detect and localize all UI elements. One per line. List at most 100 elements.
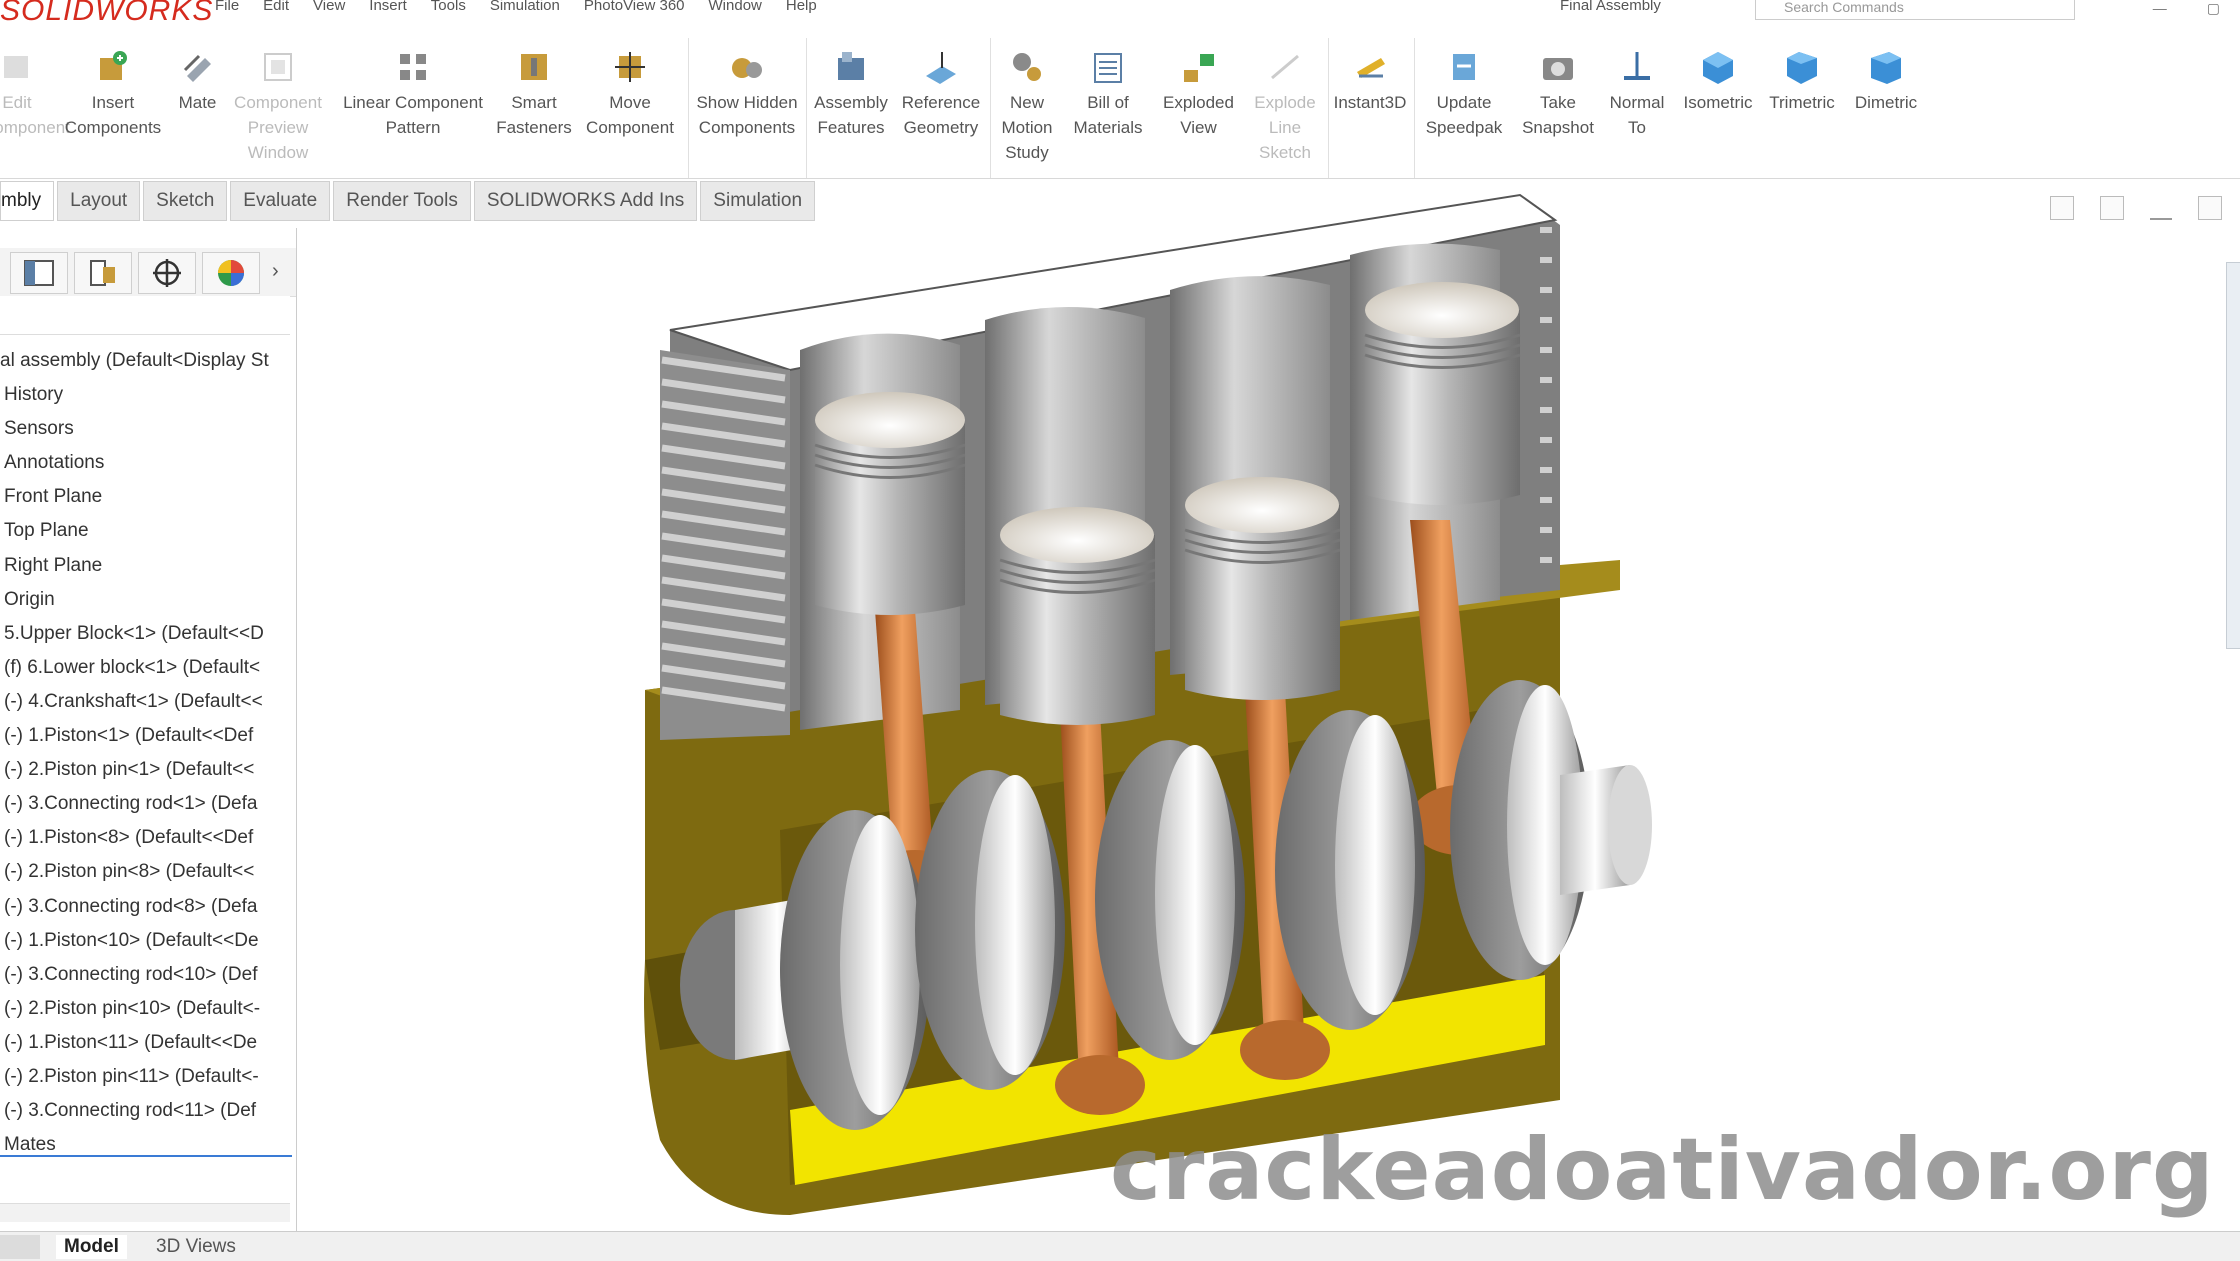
isometric-button[interactable]: Isometric (1680, 48, 1756, 115)
component-preview-button[interactable]: Component Preview Window (228, 48, 328, 165)
tree-item-connecting-rod-11[interactable]: (-) 3.Connecting rod<11> (Def (0, 1094, 296, 1128)
menu-simulation[interactable]: Simulation (490, 0, 560, 16)
bill-of-materials-button[interactable]: Bill of Materials (1068, 48, 1148, 140)
menu-photoview[interactable]: PhotoView 360 (584, 0, 685, 16)
tree-root-assembly[interactable]: al assembly (Default<Display St (0, 344, 296, 378)
piston-3 (1184, 477, 1341, 700)
tree-item-upper-block[interactable]: 5.Upper Block<1> (Default<<D (0, 617, 296, 651)
move-component-button[interactable]: Move Component (580, 48, 680, 140)
display-manager-tab-icon[interactable] (202, 252, 260, 294)
take-snapshot-button[interactable]: Take Snapshot (1516, 48, 1600, 140)
ribbon-separator (1414, 38, 1415, 178)
tree-item-piston-pin-10[interactable]: (-) 2.Piston pin<10> (Default<- (0, 992, 296, 1026)
instant3d-button[interactable]: Instant3D (1330, 48, 1410, 115)
smart-fasteners-icon (521, 54, 547, 80)
tab-3d-views[interactable]: 3D Views (148, 1235, 244, 1259)
chevron-right-icon[interactable]: › (272, 260, 279, 283)
configuration-manager-tab-icon[interactable] (138, 252, 196, 294)
tree-item-origin[interactable]: Origin (0, 583, 296, 617)
reference-geometry-button[interactable]: Reference Geometry (896, 48, 986, 140)
menu-window[interactable]: Window (709, 0, 762, 16)
menu-tools[interactable]: Tools (431, 0, 466, 16)
mate-icon (183, 54, 211, 82)
menu-view[interactable]: View (313, 0, 345, 16)
new-motion-study-button[interactable]: New Motion Study (992, 48, 1062, 165)
assembly-features-icon (838, 52, 864, 80)
mate-button[interactable]: Mate (170, 48, 225, 115)
solidworks-logo[interactable]: SOLIDWORKS (0, 0, 213, 28)
isometric-cube-icon (1703, 52, 1733, 84)
property-manager-tab-icon[interactable] (74, 252, 132, 294)
explode-line-sketch-button[interactable]: Explode Line Sketch (1246, 48, 1324, 165)
tree-filter-field[interactable] (0, 296, 290, 335)
tree-item-piston-1[interactable]: (-) 1.Piston<1> (Default<<Def (0, 719, 296, 753)
tree-item-connecting-rod-1[interactable]: (-) 3.Connecting rod<1> (Defa (0, 787, 296, 821)
normal-to-icon (1624, 52, 1650, 80)
normal-to-button[interactable]: Normal To (1600, 48, 1674, 140)
explode-line-icon (1271, 54, 1299, 80)
preview-window-icon (264, 53, 292, 81)
piston-1 (814, 392, 966, 615)
tree-item-connecting-rod-8[interactable]: (-) 3.Connecting rod<8> (Defa (0, 890, 296, 924)
instant3d-icon (1357, 58, 1385, 78)
tree-item-history[interactable]: History (0, 378, 296, 412)
tree-item-piston-pin-11[interactable]: (-) 2.Piston pin<11> (Default<- (0, 1060, 296, 1094)
menu-edit[interactable]: Edit (263, 0, 289, 16)
tree-item-lower-block[interactable]: (f) 6.Lower block<1> (Default< (0, 651, 296, 685)
update-speedpak-button[interactable]: Update Speedpak (1416, 48, 1512, 140)
title-bar: SOLIDWORKS File Edit View Insert Tools S… (0, 0, 2240, 28)
tree-item-sensors[interactable]: Sensors (0, 412, 296, 446)
tree-item-piston-11[interactable]: (-) 1.Piston<11> (Default<<De (0, 1026, 296, 1060)
menu-insert[interactable]: Insert (369, 0, 407, 16)
tree-item-front-plane[interactable]: Front Plane (0, 480, 296, 514)
tree-item-annotations[interactable]: Annotations (0, 446, 296, 480)
smart-fasteners-button[interactable]: Smart Fasteners (494, 48, 574, 140)
piston-2 (999, 507, 1156, 725)
search-commands-input[interactable]: Search Commands (1755, 0, 2075, 20)
tree-item-mates[interactable]: Mates (0, 1128, 296, 1162)
dimetric-button[interactable]: Dimetric (1846, 48, 1926, 115)
insert-components-button[interactable]: Insert Components (58, 48, 168, 140)
tree-item-top-plane[interactable]: Top Plane (0, 514, 296, 548)
menu-file[interactable]: File (215, 0, 239, 16)
dimetric-cube-icon (1871, 52, 1901, 84)
exploded-view-button[interactable]: Exploded View (1156, 48, 1241, 140)
piston-4 (1364, 282, 1521, 505)
minimize-icon[interactable]: — (2153, 0, 2167, 17)
window-controls: — ▢ (2153, 0, 2220, 17)
tree-item-right-plane[interactable]: Right Plane (0, 549, 296, 583)
tab-scroll-icon[interactable] (0, 1235, 40, 1259)
window-title: Final Assembly (1560, 0, 1661, 14)
maximize-icon[interactable]: ▢ (2207, 0, 2220, 17)
show-hidden-components-button[interactable]: Show Hidden Components (688, 48, 806, 140)
watermark-text: crackeadoativador.org (1110, 1120, 2215, 1220)
menu-help[interactable]: Help (786, 0, 817, 16)
tab-sketch[interactable]: Sketch (143, 181, 228, 221)
tree-item-piston-10[interactable]: (-) 1.Piston<10> (Default<<De (0, 924, 296, 958)
trimetric-cube-icon (1787, 52, 1817, 84)
ribbon-separator (1328, 38, 1329, 178)
feature-tree: al assembly (Default<Display St History … (0, 344, 296, 1162)
menu-bar: File Edit View Insert Tools Simulation P… (215, 0, 817, 16)
feature-manager-tab-icon[interactable] (10, 252, 68, 294)
tab-layout[interactable]: Layout (57, 181, 141, 221)
tree-item-crankshaft[interactable]: (-) 4.Crankshaft<1> (Default<< (0, 685, 296, 719)
tree-item-piston-pin-1[interactable]: (-) 2.Piston pin<1> (Default<< (0, 753, 296, 787)
assembly-features-button[interactable]: Assembly Features (806, 48, 896, 140)
feature-manager-panel: › al assembly (Default<Display St Histor… (0, 228, 297, 1231)
camera-icon (1543, 58, 1573, 80)
tree-item-piston-8[interactable]: (-) 1.Piston<8> (Default<<Def (0, 821, 296, 855)
graphics-area[interactable] (300, 180, 2220, 1230)
tree-item-connecting-rod-10[interactable]: (-) 3.Connecting rod<10> (Def (0, 958, 296, 992)
horizontal-scrollbar[interactable] (0, 1203, 290, 1222)
tree-divider (0, 1155, 292, 1157)
edit-component-button[interactable]: Edit Component (0, 48, 70, 140)
reference-geometry-icon (926, 52, 956, 84)
tab-assembly[interactable]: mbly (0, 181, 55, 221)
task-pane-tabs[interactable] (2226, 262, 2240, 649)
tab-model[interactable]: Model (56, 1235, 127, 1259)
linear-pattern-icon (400, 54, 426, 80)
linear-pattern-button[interactable]: Linear Component Pattern (333, 48, 493, 140)
trimetric-button[interactable]: Trimetric (1762, 48, 1842, 115)
tree-item-piston-pin-8[interactable]: (-) 2.Piston pin<8> (Default<< (0, 855, 296, 889)
